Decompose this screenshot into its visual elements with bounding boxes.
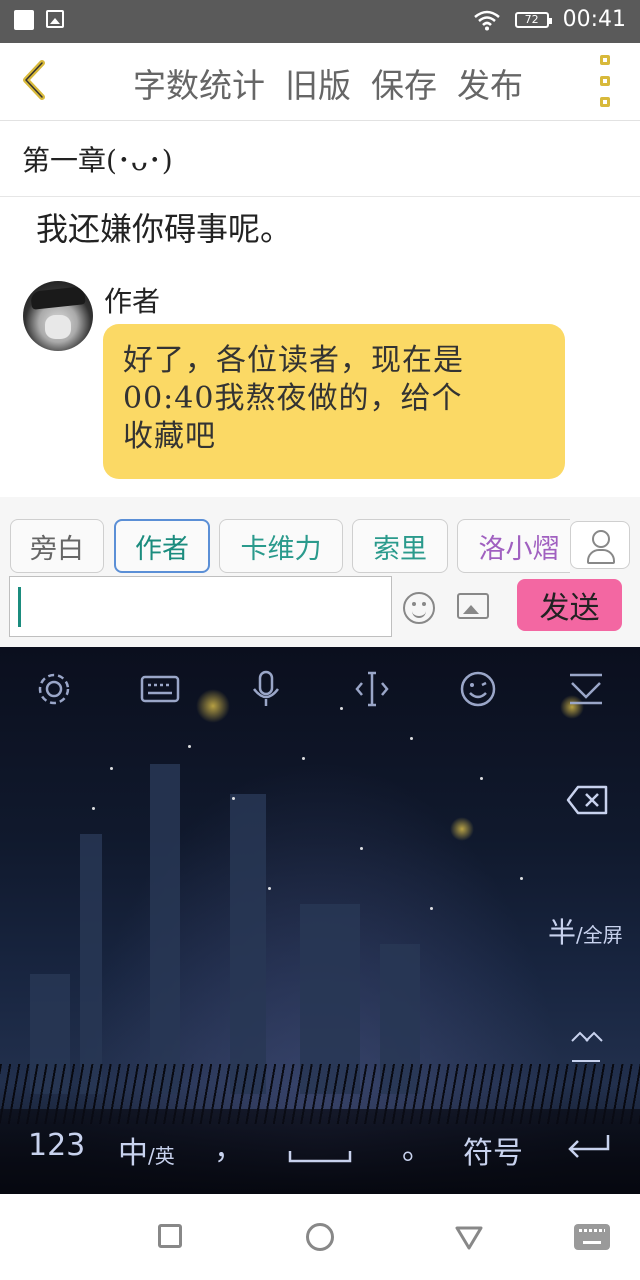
text-cursor bbox=[18, 587, 21, 627]
number-key[interactable]: 123 bbox=[28, 1128, 85, 1163]
more-menu-icon[interactable] bbox=[600, 55, 616, 107]
microphone-icon[interactable] bbox=[246, 669, 286, 709]
language-switch-key[interactable]: 中/英 bbox=[118, 1128, 175, 1172]
author-avatar[interactable] bbox=[23, 281, 93, 351]
star bbox=[430, 907, 433, 910]
half-full-screen-toggle[interactable]: 半/全屏 bbox=[548, 911, 623, 951]
lang-sub-label: /英 bbox=[148, 1144, 175, 1168]
publish-button[interactable]: 发布 bbox=[457, 59, 523, 107]
recent-apps-icon[interactable] bbox=[158, 1224, 182, 1248]
bubble-line: 收藏吧 bbox=[123, 419, 216, 454]
back-arrow-icon[interactable] bbox=[14, 57, 54, 103]
backspace-icon[interactable] bbox=[566, 785, 610, 819]
star bbox=[188, 745, 191, 748]
composer-panel: 旁白 作者 卡维力 索里 洛小熠 发送 bbox=[0, 497, 640, 647]
image-notification-icon bbox=[46, 10, 64, 28]
firefly bbox=[450, 817, 474, 841]
speaker-name: 作者 bbox=[104, 285, 161, 318]
wifi-icon bbox=[473, 10, 500, 30]
keyboard-toolbar bbox=[0, 669, 640, 719]
city-building bbox=[150, 764, 180, 1094]
status-bar: 72 00:41 bbox=[0, 0, 640, 43]
star bbox=[520, 877, 523, 880]
lang-label: 中 bbox=[118, 1136, 148, 1171]
save-button[interactable]: 保存 bbox=[371, 59, 437, 107]
character-tab-suoli[interactable]: 索里 bbox=[352, 519, 448, 573]
half-full-label: 半 bbox=[548, 916, 577, 949]
half-full-sub-label: /全屏 bbox=[576, 923, 623, 947]
notification-icon bbox=[14, 10, 34, 30]
character-tabs: 旁白 作者 卡维力 索里 洛小熠 bbox=[10, 519, 570, 575]
image-icon[interactable] bbox=[457, 593, 489, 619]
symbols-key[interactable]: 符号 bbox=[463, 1128, 523, 1172]
character-tab-kaweili[interactable]: 卡维力 bbox=[219, 519, 343, 573]
emoji-keyboard-icon[interactable] bbox=[458, 669, 498, 709]
bubble-line: 好了，各位读者，现在是 bbox=[123, 343, 464, 378]
space-key[interactable] bbox=[288, 1136, 352, 1163]
settings-icon[interactable] bbox=[34, 669, 74, 709]
app-header: 字数统计 旧版 保存 发布 bbox=[0, 43, 640, 121]
shift-key-icon[interactable] bbox=[566, 1027, 606, 1071]
send-button[interactable]: 发送 bbox=[517, 579, 622, 631]
keyboard-layout-icon[interactable] bbox=[140, 669, 180, 709]
character-tab-author[interactable]: 作者 bbox=[114, 519, 210, 573]
old-version-button[interactable]: 旧版 bbox=[285, 59, 351, 107]
add-character-icon[interactable] bbox=[570, 521, 630, 569]
star bbox=[110, 767, 113, 770]
emoji-icon[interactable] bbox=[403, 592, 435, 624]
star bbox=[92, 807, 95, 810]
character-tab-luoxiaoyi[interactable]: 洛小熠 bbox=[457, 519, 570, 573]
city-building bbox=[230, 794, 266, 1094]
enter-key-icon[interactable] bbox=[566, 1132, 612, 1167]
battery-icon: 72 bbox=[514, 11, 552, 28]
star bbox=[268, 887, 271, 890]
collapse-keyboard-icon[interactable] bbox=[566, 669, 606, 709]
clock: 00:41 bbox=[562, 7, 626, 32]
system-nav-bar bbox=[0, 1194, 640, 1280]
bubble-line: 00:40我熬夜做的，给个 bbox=[123, 381, 463, 416]
keyboard: 半/全屏 123 中/英 ， 。 符号 bbox=[0, 647, 640, 1194]
period-key[interactable]: 。 bbox=[402, 1124, 432, 1168]
keyboard-bottom-row: 123 中/英 ， 。 符号 bbox=[0, 1122, 640, 1172]
city-building bbox=[80, 834, 102, 1094]
keyboard-switch-icon[interactable] bbox=[574, 1224, 610, 1250]
chapter-title[interactable]: 第一章(･ᴗ･) bbox=[0, 121, 640, 197]
dialogue-bubble[interactable]: 好了，各位读者，现在是 00:40我熬夜做的，给个 收藏吧 bbox=[103, 324, 565, 479]
battery-level: 72 bbox=[524, 13, 539, 26]
narration-line[interactable]: 我还嫌你碍事呢。 bbox=[36, 204, 292, 250]
message-input[interactable] bbox=[9, 576, 392, 637]
star bbox=[360, 847, 363, 850]
word-count-button[interactable]: 字数统计 bbox=[133, 59, 265, 107]
cursor-move-icon[interactable] bbox=[352, 669, 392, 709]
comma-key[interactable]: ， bbox=[214, 1124, 244, 1168]
character-tab-narrator[interactable]: 旁白 bbox=[10, 519, 104, 573]
star bbox=[232, 797, 235, 800]
star bbox=[410, 737, 413, 740]
home-icon[interactable] bbox=[306, 1223, 334, 1251]
star bbox=[302, 757, 305, 760]
header-actions: 字数统计 旧版 保存 发布 bbox=[133, 59, 523, 107]
star bbox=[480, 777, 483, 780]
back-nav-icon[interactable] bbox=[454, 1225, 484, 1251]
